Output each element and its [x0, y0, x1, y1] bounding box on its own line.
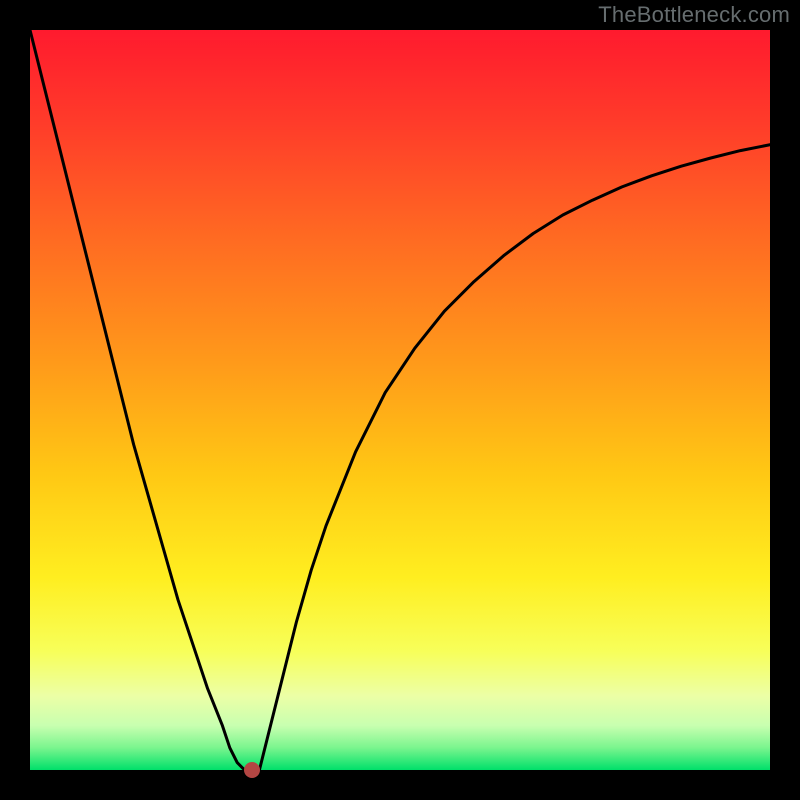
- chart-frame: TheBottleneck.com: [0, 0, 800, 800]
- optimal-point-marker: [244, 762, 260, 778]
- gradient-background: [30, 30, 770, 770]
- chart-plot-area: [30, 30, 770, 770]
- watermark-text: TheBottleneck.com: [598, 2, 790, 28]
